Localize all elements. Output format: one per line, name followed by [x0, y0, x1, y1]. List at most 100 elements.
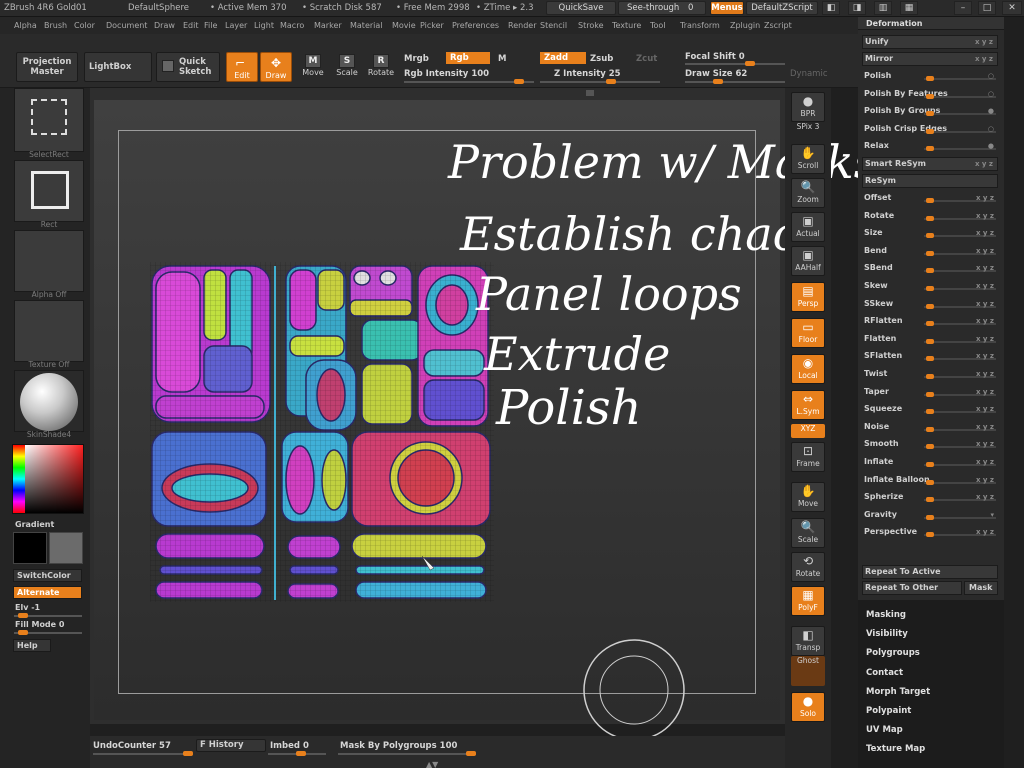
deform-axis-toggle[interactable]: ● [988, 139, 994, 153]
deform-slider-track[interactable] [924, 76, 996, 81]
undo-counter-track[interactable] [93, 751, 193, 756]
deform-slider-knob[interactable] [926, 426, 934, 432]
shelf-l-sym-button[interactable]: ⇔ L.Sym [791, 390, 825, 420]
mask-by-polygroups-knob[interactable] [466, 751, 476, 756]
deform-sflatten[interactable]: SFlatten x y z [862, 349, 998, 363]
mask-by-polygroups-track[interactable] [338, 751, 476, 756]
deform-rotate[interactable]: Rotate x y z [862, 209, 998, 223]
deform-polish-by-groups[interactable]: Polish By Groups ● [862, 104, 998, 118]
subpalette-visibility[interactable]: Visibility [866, 629, 908, 639]
mask-button[interactable]: Mask [964, 581, 998, 595]
deform-slider-knob[interactable] [926, 198, 934, 203]
deform-axis-toggle[interactable]: x y z [976, 402, 994, 416]
deform-inflate[interactable]: Inflate x y z [862, 455, 998, 469]
subpalette-polypaint[interactable]: Polypaint [866, 706, 911, 716]
deform-slider-knob[interactable] [926, 391, 934, 397]
deform-slider-knob[interactable] [926, 268, 934, 274]
deform-spherize[interactable]: Spherize x y z [862, 490, 998, 504]
deform-axis-toggle[interactable]: x y z [976, 314, 994, 328]
deform-axis-toggle[interactable]: x y z [976, 349, 994, 363]
shelf-transp-button[interactable]: ◧ Transp [791, 626, 825, 656]
deform-slider-knob[interactable] [926, 76, 934, 81]
deform-axis-toggle[interactable]: x y z [975, 158, 993, 170]
deform-slider-knob[interactable] [926, 146, 934, 152]
deform-sbend[interactable]: SBend x y z [862, 261, 998, 275]
deform-polish-by-features[interactable]: Polish By Features ○ [862, 87, 998, 101]
shelf-scale-button[interactable]: 🔍 Scale [791, 518, 825, 548]
shelf-local-button[interactable]: ◉ Local [791, 354, 825, 384]
subpalette-polygroups[interactable]: Polygroups [866, 648, 920, 658]
deform-relax[interactable]: Relax ● [862, 139, 998, 153]
deform-axis-toggle[interactable]: x y z [976, 226, 994, 240]
deform-axis-toggle[interactable]: x y z [976, 279, 994, 293]
deform-slider-knob[interactable] [926, 356, 934, 362]
deform-slider-track[interactable] [924, 111, 996, 117]
deform-slider-knob[interactable] [926, 111, 934, 117]
mask-by-polygroups-slider[interactable]: Mask By Polygroups 100 [340, 741, 457, 751]
deform-slider-knob[interactable] [926, 250, 934, 256]
shelf-aahalf-button[interactable]: ▣ AAHalf [791, 246, 825, 276]
scroll-arrows-icon[interactable]: ▲▼ [426, 760, 438, 768]
undo-counter-slider[interactable]: UndoCounter 57 [93, 741, 171, 751]
deform-inflate-balloon[interactable]: Inflate Balloon x y z [862, 473, 998, 487]
deform-slider-knob[interactable] [926, 321, 934, 327]
deform-axis-toggle[interactable]: x y z [976, 455, 994, 469]
deform-slider-knob[interactable] [926, 215, 934, 221]
deform-slider-knob[interactable] [926, 374, 934, 379]
deform-slider-knob[interactable] [926, 532, 934, 538]
deform-axis-toggle[interactable]: x y z [976, 191, 994, 205]
shelf-spix-3-button[interactable]: SPix 3 [791, 122, 825, 136]
deform-slider-track[interactable] [924, 128, 996, 134]
deform-axis-toggle[interactable]: x y z [976, 525, 994, 539]
deform-axis-toggle[interactable]: x y z [976, 261, 994, 275]
deform-mirror[interactable]: Mirror x y z [862, 52, 998, 66]
deform-gravity[interactable]: Gravity ▾ [862, 508, 998, 522]
shelf-polyf-button[interactable]: ▦ PolyF [791, 586, 825, 616]
shelf-persp-button[interactable]: ▤ Persp [791, 282, 825, 312]
deform-resym[interactable]: ReSym [862, 174, 998, 188]
deform-polish[interactable]: Polish ○ [862, 69, 998, 83]
deform-rflatten[interactable]: RFlatten x y z [862, 314, 998, 328]
deform-slider-track[interactable] [924, 514, 996, 520]
deform-slider-knob[interactable] [926, 233, 934, 239]
deform-axis-toggle[interactable]: x y z [976, 244, 994, 258]
deform-smart-resym[interactable]: Smart ReSym x y z [862, 157, 998, 171]
deform-axis-toggle[interactable]: x y z [976, 367, 994, 381]
deform-slider-knob[interactable] [926, 497, 934, 503]
deform-slider-knob[interactable] [926, 338, 934, 344]
shelf-rotate-button[interactable]: ⟲ Rotate [791, 552, 825, 582]
imbed-track[interactable] [268, 751, 326, 756]
repeat-to-other-button[interactable]: Repeat To Other [862, 581, 962, 595]
deform-flatten[interactable]: Flatten x y z [862, 332, 998, 346]
deform-axis-toggle[interactable]: x y z [976, 473, 994, 487]
deform-axis-toggle[interactable]: x y z [976, 437, 994, 451]
deform-sskew[interactable]: SSkew x y z [862, 297, 998, 311]
shelf-bpr-button[interactable]: ● BPR [791, 92, 825, 122]
shelf-floor-button[interactable]: ▭ Floor [791, 318, 825, 348]
deform-axis-toggle[interactable]: x y z [976, 297, 994, 311]
shelf-ghost-button[interactable]: Ghost [791, 656, 825, 686]
deform-slider-knob[interactable] [926, 128, 934, 134]
deform-offset[interactable]: Offset x y z [862, 191, 998, 205]
imbed-knob[interactable] [296, 751, 306, 756]
imbed-slider[interactable]: Imbed 0 [270, 741, 309, 751]
deform-axis-toggle[interactable]: x y z [976, 420, 994, 434]
shelf-frame-button[interactable]: ⊡ Frame [791, 442, 825, 472]
deform-squeeze[interactable]: Squeeze x y z [862, 402, 998, 416]
shelf-solo-button[interactable]: ● Solo [791, 692, 825, 722]
deform-axis-toggle[interactable]: x y z [976, 490, 994, 504]
deform-axis-toggle[interactable]: x y z [976, 385, 994, 399]
deform-slider-track[interactable] [924, 146, 996, 152]
deform-axis-toggle[interactable]: x y z [975, 36, 993, 48]
deform-axis-toggle[interactable]: x y z [976, 209, 994, 223]
deform-axis-toggle[interactable]: ▾ [990, 508, 994, 522]
deform-slider-knob[interactable] [926, 479, 934, 485]
deform-skew[interactable]: Skew x y z [862, 279, 998, 293]
deform-axis-toggle[interactable]: ○ [988, 69, 994, 83]
deform-smooth[interactable]: Smooth x y z [862, 437, 998, 451]
deformation-title[interactable]: Deformation [858, 17, 1004, 30]
deform-unify[interactable]: Unify x y z [862, 35, 998, 49]
repeat-to-active-button[interactable]: Repeat To Active [862, 565, 998, 579]
deform-slider-knob[interactable] [926, 286, 934, 291]
shelf-zoom-button[interactable]: 🔍 Zoom [791, 178, 825, 208]
